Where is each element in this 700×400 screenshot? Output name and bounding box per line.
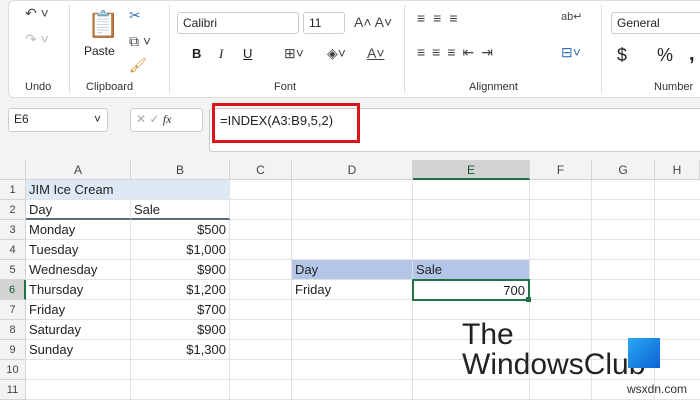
cell-day[interactable]: Sunday bbox=[26, 340, 131, 360]
cell-a1[interactable]: JIM Ice Cream bbox=[26, 180, 230, 200]
column-header-c[interactable]: C bbox=[230, 160, 292, 180]
row-header[interactable]: 3 bbox=[0, 220, 26, 240]
cell-sale[interactable]: $1,200 bbox=[131, 280, 230, 300]
paste-button[interactable]: Paste bbox=[84, 44, 115, 58]
cell-sale[interactable]: $1,000 bbox=[131, 240, 230, 260]
cell-sale[interactable]: $1,300 bbox=[131, 340, 230, 360]
row-header[interactable]: 1 bbox=[0, 180, 26, 200]
column-header-e[interactable]: E bbox=[413, 160, 530, 180]
underline-button[interactable]: U bbox=[243, 46, 252, 61]
undo-group-label: Undo bbox=[25, 81, 52, 93]
font-color-icon[interactable]: A˅ bbox=[367, 45, 385, 61]
column-header-a[interactable]: A bbox=[26, 160, 131, 180]
formula-text: =INDEX(A3:B9,5,2) bbox=[220, 113, 334, 128]
fill-color-icon[interactable]: ◈˅ bbox=[327, 45, 346, 62]
watermark-line1: The bbox=[462, 318, 514, 351]
row-header[interactable]: 9 bbox=[0, 340, 26, 360]
column-header-g[interactable]: G bbox=[592, 160, 655, 180]
row-header[interactable]: 11 bbox=[0, 380, 26, 400]
ribbon: ↶ ˅ ↷ ˅ Undo 📋 Paste ✂ ⧉ ˅ 🖌 Clipboard C… bbox=[8, 0, 700, 98]
cell-e6-selected[interactable]: 700 bbox=[412, 279, 530, 301]
wrap-text-icon[interactable]: ab↵ bbox=[561, 10, 582, 23]
row-header[interactable]: 7 bbox=[0, 300, 26, 320]
cell-sale[interactable]: $900 bbox=[131, 320, 230, 340]
cell-b2[interactable]: Sale bbox=[131, 200, 230, 220]
cut-icon[interactable]: ✂ bbox=[129, 7, 141, 24]
copy-icon[interactable]: ⧉ ˅ bbox=[129, 33, 151, 50]
cell-d5[interactable]: Day bbox=[292, 260, 413, 280]
cell-day[interactable]: Friday bbox=[26, 300, 131, 320]
font-size-select[interactable]: 11 bbox=[303, 12, 345, 34]
name-box[interactable]: E6 ˅ bbox=[8, 108, 108, 132]
row-header[interactable]: 6 bbox=[0, 280, 26, 300]
cell-day[interactable]: Saturday bbox=[26, 320, 131, 340]
row-header[interactable]: 10 bbox=[0, 360, 26, 380]
percent-button[interactable]: % bbox=[657, 45, 673, 66]
italic-button[interactable]: I bbox=[219, 46, 223, 62]
column-header-h[interactable]: H bbox=[655, 160, 700, 180]
fill-handle[interactable] bbox=[526, 297, 531, 302]
watermark-site: wsxdn.com bbox=[627, 382, 688, 396]
vertical-align-icons[interactable]: ≡≡≡ bbox=[417, 10, 466, 26]
formula-bar: E6 ˅ ✕ ✓ fx =INDEX(A3:B9,5,2) bbox=[0, 100, 700, 160]
cell-sale[interactable]: $500 bbox=[131, 220, 230, 240]
merge-center-icon[interactable]: ⊟˅ bbox=[561, 44, 581, 61]
undo-icon[interactable]: ↶ ˅ bbox=[25, 5, 49, 22]
horizontal-align-icons[interactable]: ≡≡≡⇤⇥ bbox=[417, 44, 500, 61]
select-all[interactable] bbox=[0, 160, 26, 180]
font-grow-icon[interactable]: A˄ A˅ bbox=[354, 14, 392, 30]
borders-icon[interactable]: ⊞˅ bbox=[284, 45, 304, 62]
spreadsheet-grid: A B C D E F G H 1 2 3 4 5 6 7 8 9 10 11 … bbox=[0, 160, 700, 400]
font-name-select[interactable]: Calibri bbox=[177, 12, 299, 34]
name-box-value: E6 bbox=[14, 112, 29, 126]
cell-day[interactable]: Monday bbox=[26, 220, 131, 240]
row-header[interactable]: 2 bbox=[0, 200, 26, 220]
insert-function-button[interactable]: fx bbox=[163, 112, 172, 126]
cell-day[interactable]: Tuesday bbox=[26, 240, 131, 260]
column-header-d[interactable]: D bbox=[292, 160, 413, 180]
cell-day[interactable]: Thursday bbox=[26, 280, 131, 300]
cancel-icon[interactable]: ✕ bbox=[136, 112, 146, 126]
formula-buttons: ✕ ✓ fx bbox=[130, 108, 203, 132]
paste-icon[interactable]: 📋 bbox=[87, 9, 119, 40]
column-header-b[interactable]: B bbox=[131, 160, 230, 180]
row-header[interactable]: 5 bbox=[0, 260, 26, 280]
windows-logo-icon bbox=[628, 338, 660, 368]
cell-sale[interactable]: $900 bbox=[131, 260, 230, 280]
cell-d6[interactable]: Friday bbox=[292, 280, 413, 300]
format-painter-icon[interactable]: 🖌 bbox=[129, 57, 147, 74]
watermark-line2: WindowsClub bbox=[462, 348, 646, 381]
currency-button[interactable]: $ bbox=[617, 45, 627, 66]
cell-e5[interactable]: Sale bbox=[413, 260, 530, 280]
cell-day[interactable]: Wednesday bbox=[26, 260, 131, 280]
chevron-down-icon: ˅ bbox=[93, 112, 101, 126]
number-group-label: Number bbox=[654, 81, 694, 93]
font-group-label: Font bbox=[274, 81, 297, 93]
column-header-f[interactable]: F bbox=[530, 160, 592, 180]
comma-button[interactable]: , bbox=[689, 43, 695, 66]
cell-sale[interactable]: $700 bbox=[131, 300, 230, 320]
bold-button[interactable]: B bbox=[192, 46, 201, 61]
alignment-group-label: Alignment bbox=[469, 81, 518, 93]
cell-a2[interactable]: Day bbox=[26, 200, 131, 220]
row-header[interactable]: 4 bbox=[0, 240, 26, 260]
redo-icon[interactable]: ↷ ˅ bbox=[25, 31, 49, 48]
enter-icon[interactable]: ✓ bbox=[149, 112, 159, 126]
row-header[interactable]: 8 bbox=[0, 320, 26, 340]
number-format-select[interactable]: General bbox=[611, 12, 700, 34]
clipboard-group-label: Clipboard bbox=[86, 81, 134, 93]
